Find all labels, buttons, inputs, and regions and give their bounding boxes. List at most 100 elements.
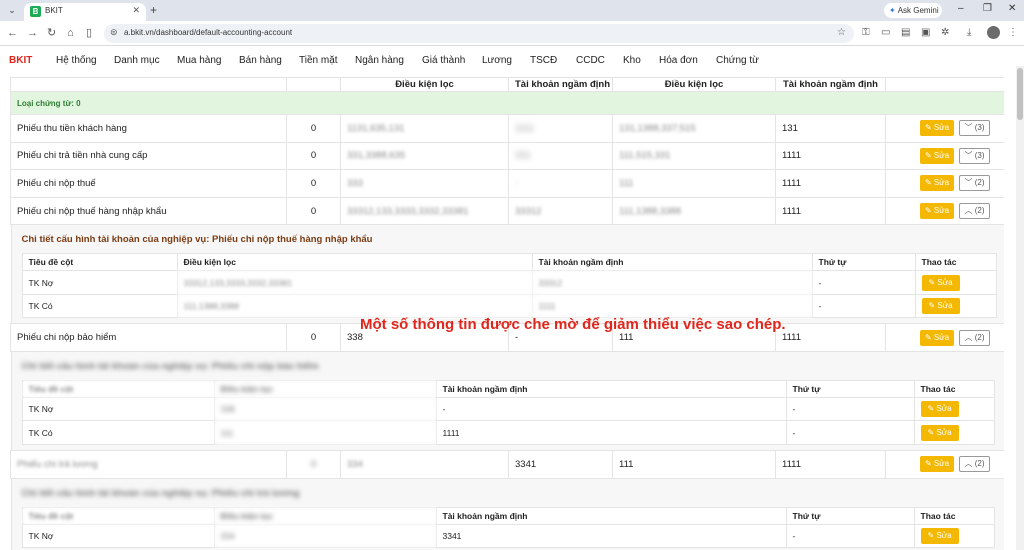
detail-header-cell: Tài khoản ngầm định (435, 379, 787, 398)
edit-button[interactable]: ✎ Sửa (920, 120, 954, 137)
row-name: Phiếu chi trả tiền nhà cung cấp (10, 141, 287, 171)
menu-chung-tu[interactable]: Chứng từ (716, 55, 759, 66)
bookmark-star-icon[interactable]: ☆ (837, 27, 846, 38)
reading-mode-icon[interactable]: ▤ (901, 27, 910, 39)
table-row: Phiếu chi nộp thuế 0 333 - 111 1111 ✎ Sử… (10, 169, 1004, 198)
row-actions: ✎ Sửa ﹀ (3) (885, 114, 1004, 143)
card-icon[interactable]: ▭ (881, 27, 890, 39)
row-filter-1: 331,3388,635 (340, 141, 509, 171)
detail-edit-button[interactable]: ✎ Sửa (921, 274, 960, 291)
collapse-button[interactable]: ︿ (2) (959, 456, 990, 473)
menu-mua-hang[interactable]: Mua hàng (177, 55, 221, 66)
tab-search-icon[interactable]: ⌄ (4, 3, 20, 18)
detail-col-title: TK Nợ (21, 523, 215, 549)
detail-header-cell: Điều kiện lọc (213, 379, 437, 398)
download-icon[interactable]: ⤓ (967, 27, 971, 39)
edit-button[interactable]: ✎ Sửa (920, 175, 954, 192)
toggle-count: (2) (974, 459, 985, 469)
expand-button[interactable]: ﹀ (3) (959, 147, 990, 164)
toggle-count: (3) (974, 123, 985, 133)
extension-icon[interactable]: ✲ (941, 27, 949, 39)
accounting-table: Điều kiện lọc Tài khoản ngầm định Điều k… (10, 77, 1004, 550)
detail-edit-button[interactable]: ✎ Sửa (921, 298, 960, 315)
screenshot-icon[interactable]: ▣ (921, 27, 930, 39)
site-info-icon[interactable]: ⊜ (110, 27, 118, 38)
row-account-2: 1111 (775, 141, 886, 171)
detail-filter: 334 (213, 523, 437, 549)
url-text: a.bkit.vn/dashboard/default-accounting-a… (124, 28, 293, 37)
row-name: Phiếu chi nộp thuế hàng nhập khẩu (10, 196, 287, 226)
blur-notice: Một số thông tin được che mờ để giảm thi… (360, 316, 786, 333)
edit-label: Sửa (933, 459, 950, 469)
back-icon[interactable]: ← (7, 26, 18, 40)
row-actions: ✎ Sửa ︿ (2) (885, 323, 1004, 352)
edit-button[interactable]: ✎ Sửa (920, 147, 954, 164)
detail-col-title: TK Nợ (21, 270, 178, 295)
menu-tien-mat[interactable]: Tiền mặt (299, 55, 338, 66)
menu-ccdc[interactable]: CCDC (576, 55, 605, 66)
menu-luong[interactable]: Lương (482, 55, 512, 66)
detail-panel: Chi tiết cấu hình tài khoản của nghiệp v… (10, 478, 1004, 550)
password-key-icon[interactable]: ⚿ (862, 27, 870, 39)
detail-table: Tiêu đề cột Điều kiện lọc Tài khoản ngầm… (21, 506, 995, 549)
minimize-icon[interactable]: – (958, 3, 964, 14)
brand-logo[interactable]: BKIT (9, 55, 32, 66)
reload-icon[interactable]: ↻ (47, 26, 56, 40)
edit-label: Sửa (936, 427, 952, 437)
row-actions: ✎ Sửa ︿ (2) (885, 196, 1004, 226)
tab-title: BKIT (45, 6, 63, 15)
profile-avatar[interactable] (987, 26, 1000, 39)
edit-button[interactable]: ✎ Sửa (920, 203, 954, 220)
forward-icon[interactable]: → (27, 26, 38, 40)
scroll-thumb[interactable] (1017, 68, 1023, 120)
home-icon[interactable]: ⌂ (67, 26, 74, 40)
detail-edit-button[interactable]: ✎ Sửa (920, 401, 959, 418)
window-close-icon[interactable]: ✕ (1008, 3, 1016, 14)
ask-gemini-button[interactable]: ✦ Ask Gemini (884, 3, 942, 18)
edit-label: Sửa (933, 332, 950, 342)
menu-danh-muc[interactable]: Danh mục (114, 55, 160, 66)
sidebar-icon[interactable]: ▯ (86, 26, 92, 40)
detail-header-cell: Tiêu đề cột (21, 253, 178, 272)
detail-table: Tiêu đề cột Điều kiện lọc Tài khoản ngầm… (21, 379, 995, 445)
detail-filter: 111 (213, 420, 437, 445)
menu-he-thong[interactable]: Hệ thống (56, 55, 97, 66)
tab-close-icon[interactable]: ✕ (132, 5, 140, 16)
browser-menu-icon[interactable]: ⋮ (1008, 27, 1018, 39)
detail-title: Chi tiết cấu hình tài khoản của nghiệp v… (21, 234, 373, 246)
restore-icon[interactable]: ❐ (983, 3, 992, 14)
detail-data-row: TK Nợ 338 - - ✎ Sửa (21, 396, 995, 422)
chevron-up-icon: ︿ (964, 332, 973, 342)
edit-button[interactable]: ✎ Sửa (920, 329, 954, 346)
expand-button[interactable]: ﹀ (3) (959, 120, 990, 137)
detail-header-cell: Thứ tự (811, 253, 916, 272)
row-account-2: 131 (775, 114, 886, 143)
edit-button[interactable]: ✎ Sửa (920, 456, 954, 473)
menu-ngan-hang[interactable]: Ngân hàng (355, 55, 404, 66)
browser-tab[interactable]: B BKIT ✕ (24, 3, 146, 21)
menu-kho[interactable]: Kho (623, 55, 641, 66)
detail-filter: 111,1388,3388 (176, 293, 533, 319)
new-tab-icon[interactable]: + (150, 3, 157, 17)
menu-ban-hang[interactable]: Bán hàng (239, 55, 282, 66)
detail-order: - (811, 293, 916, 319)
detail-header: Tiêu đề cột Điều kiện lọc Tài khoản ngầm… (21, 253, 997, 272)
menu-gia-thanh[interactable]: Giá thành (422, 55, 465, 66)
detail-actions: ✎ Sửa (913, 420, 995, 445)
page-scrollbar[interactable] (1016, 66, 1024, 550)
collapse-button[interactable]: ︿ (2) (959, 329, 990, 346)
header-cell (10, 77, 287, 92)
address-bar[interactable]: ⊜ a.bkit.vn/dashboard/default-accounting… (104, 24, 854, 43)
edit-label: Sửa (936, 404, 952, 414)
expand-button[interactable]: ﹀ (2) (959, 175, 990, 192)
menu-tscd[interactable]: TSCĐ (530, 55, 557, 66)
collapse-button[interactable]: ︿ (2) (959, 203, 990, 220)
row-name: Phiếu chi nộp bảo hiểm (10, 323, 287, 352)
edit-label: Sửa (933, 178, 950, 188)
detail-header-cell: Tiêu đề cột (21, 506, 215, 525)
edit-label: Sửa (933, 123, 950, 133)
detail-edit-button[interactable]: ✎ Sửa (920, 527, 959, 544)
ask-gemini-label: Ask Gemini (897, 6, 939, 15)
menu-hoa-don[interactable]: Hóa đơn (659, 55, 698, 66)
detail-edit-button[interactable]: ✎ Sửa (920, 424, 959, 441)
